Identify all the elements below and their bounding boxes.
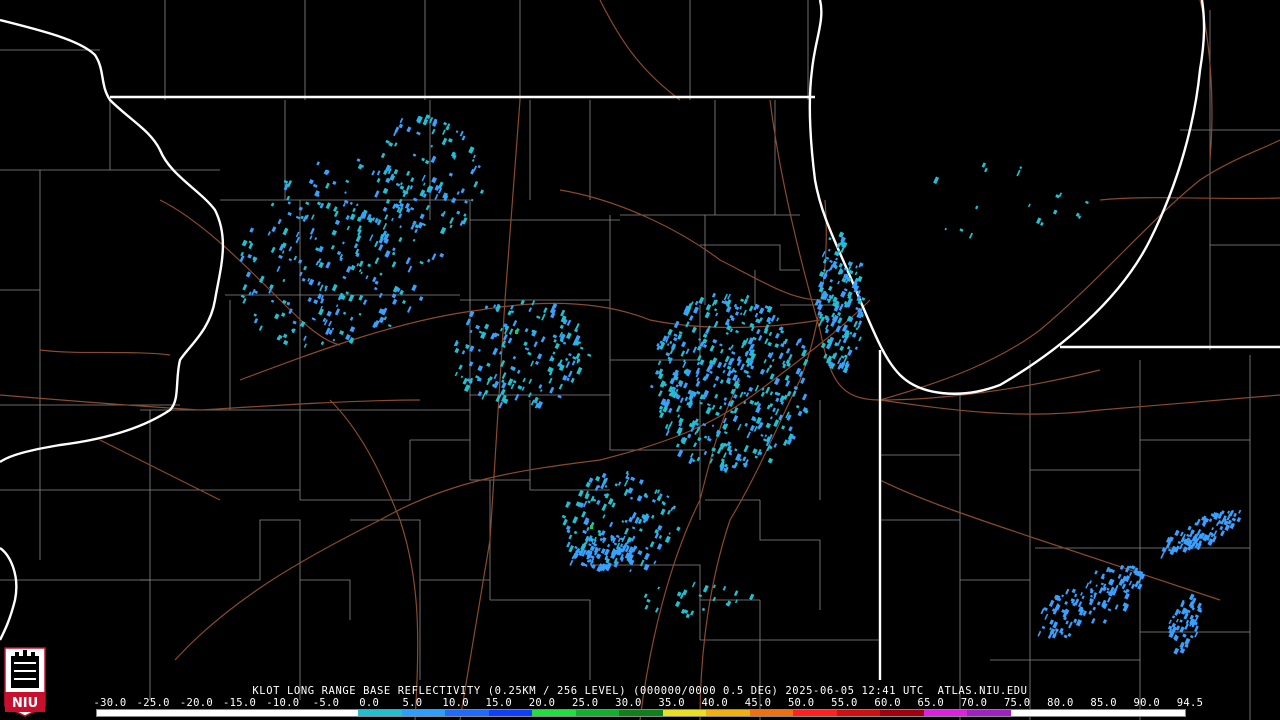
colorbar-segment xyxy=(749,710,794,716)
scale-label: 25.0 xyxy=(571,697,599,709)
scale-label: -25.0 xyxy=(136,697,170,709)
colorbar-segment xyxy=(97,710,141,716)
scale-label: 5.0 xyxy=(402,697,423,709)
scale-label: -20.0 xyxy=(179,697,213,709)
scale-label: 85.0 xyxy=(1090,697,1117,709)
scale-label: 50.0 xyxy=(787,697,815,709)
colorbar-segment xyxy=(1141,710,1185,716)
scale-label: -30.0 xyxy=(93,697,127,709)
colorbar-segment xyxy=(184,710,228,716)
colorbar-segment xyxy=(1054,710,1098,716)
colorbar-segment xyxy=(488,710,533,716)
colorbar-segment xyxy=(140,710,185,716)
scale-label: 80.0 xyxy=(1047,697,1074,709)
scale-label: 75.0 xyxy=(1003,697,1031,709)
scale-label: 35.0 xyxy=(658,697,685,709)
scale-label: 20.0 xyxy=(528,697,556,709)
colorbar-segment xyxy=(793,710,837,716)
colorbar-segment xyxy=(358,710,402,716)
radar-map xyxy=(0,0,1280,720)
colorbar-segment xyxy=(967,710,1011,716)
scale-label: 60.0 xyxy=(874,697,901,709)
scale-label: 65.0 xyxy=(917,697,945,709)
colorbar-segment xyxy=(445,710,489,716)
scale-label: 0.0 xyxy=(359,697,380,709)
colorbar-segment xyxy=(575,710,620,716)
scale-label: 45.0 xyxy=(744,697,772,709)
colorbar-segment xyxy=(532,710,576,716)
colorbar-segment xyxy=(314,710,359,716)
colorbar-segment xyxy=(923,710,968,716)
echo-pixel xyxy=(515,330,518,334)
colorbar-segment xyxy=(706,710,750,716)
scale-label: 15.0 xyxy=(485,697,513,709)
colorbar-segment xyxy=(662,710,707,716)
scale-label: -15.0 xyxy=(223,697,257,709)
niu-logo: NIU xyxy=(3,646,47,718)
scale-label: 55.0 xyxy=(831,697,858,709)
colorbar-segment xyxy=(401,710,446,716)
colorbar-segment xyxy=(619,710,663,716)
scale-label: 70.0 xyxy=(960,697,988,709)
scale-label: 94.5 xyxy=(1176,697,1204,709)
color-scale-labels: -30.0 -25.0 -20.0 -15.0 -10.0 -5.0 0.0 5.0 10.0 1… xyxy=(90,697,1203,709)
reflectivity-colorbar xyxy=(96,709,1186,717)
scale-label: 90.0 xyxy=(1133,697,1161,709)
colorbar-segment xyxy=(271,710,315,716)
colorbar-segment xyxy=(836,710,881,716)
colorbar-segment xyxy=(1010,710,1055,716)
colorbar-segment xyxy=(880,710,924,716)
colorbar-segment xyxy=(1097,710,1142,716)
scale-label: 30.0 xyxy=(615,697,642,709)
niu-logo-text: NIU xyxy=(12,696,38,711)
product-caption: KLOT LONG RANGE BASE REFLECTIVITY (0.25K… xyxy=(252,685,1028,697)
scale-label: 40.0 xyxy=(701,697,729,709)
echo-pixel xyxy=(590,525,593,529)
scale-label: -10.0 xyxy=(266,697,300,709)
scale-label: 10.0 xyxy=(442,697,469,709)
colorbar-segment xyxy=(227,710,272,716)
scale-label: -5.0 xyxy=(312,697,340,709)
